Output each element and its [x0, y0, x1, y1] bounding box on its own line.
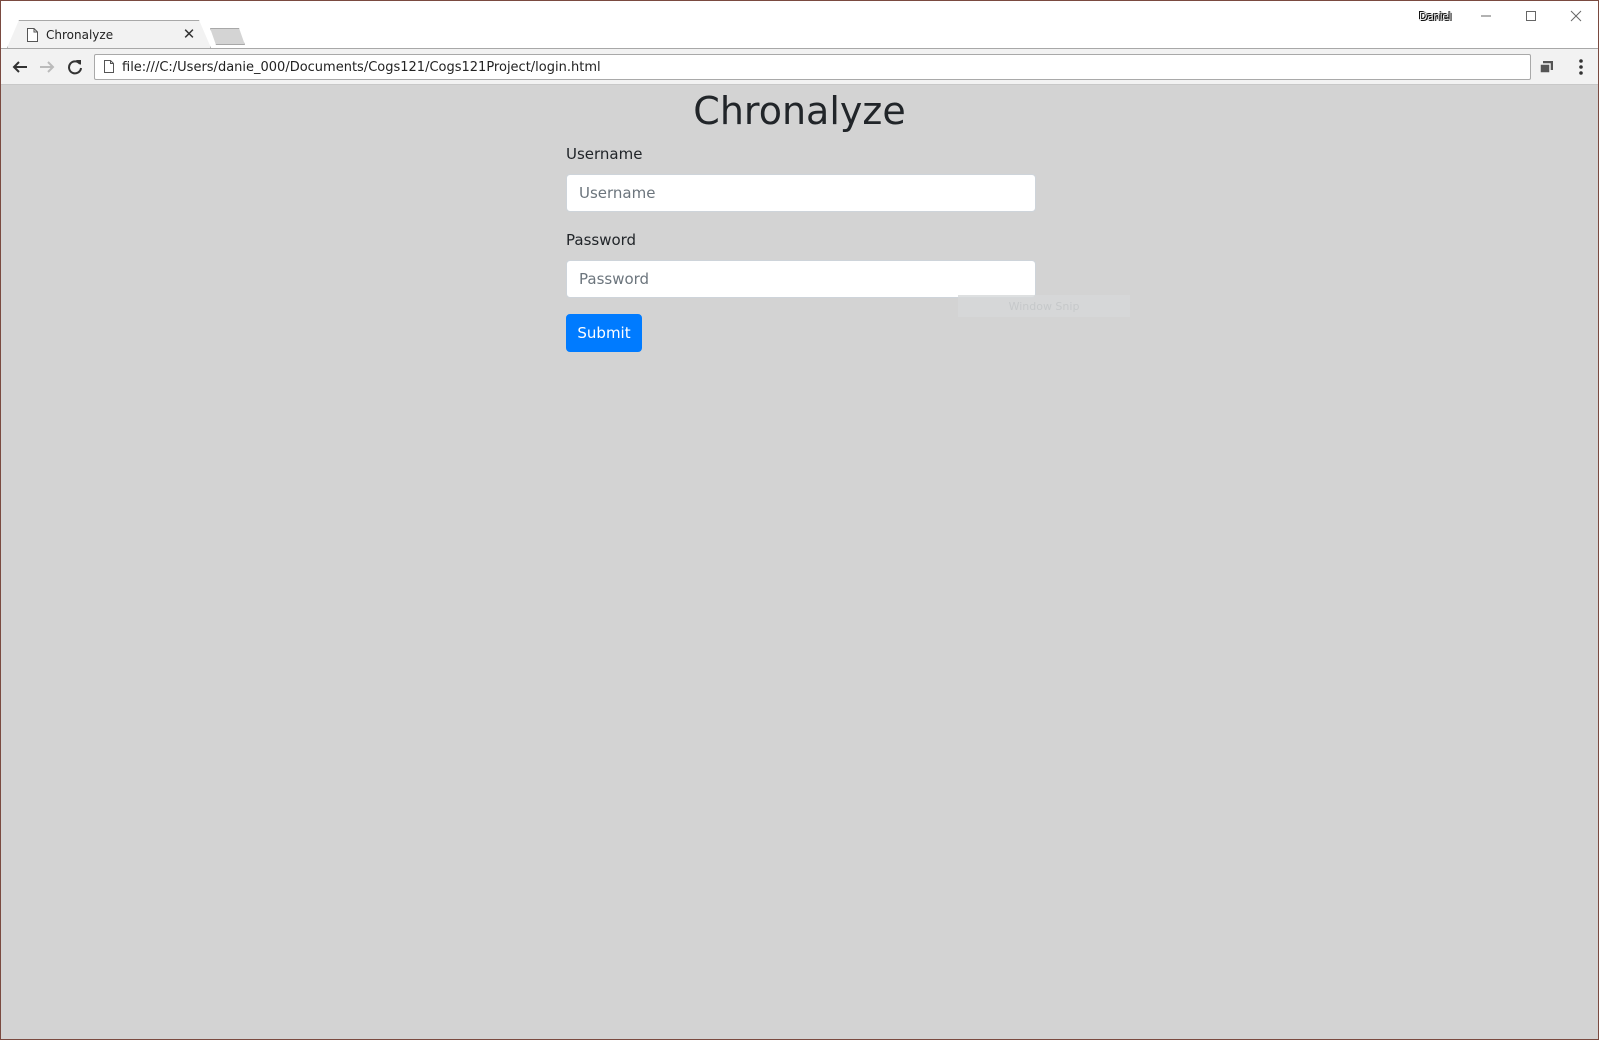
maximize-icon — [1526, 11, 1536, 21]
page-viewport: Chronalyze Username Password Submit Wind… — [1, 85, 1598, 1039]
page-title: Chronalyze — [693, 89, 906, 133]
kebab-menu-icon[interactable] — [1572, 57, 1590, 77]
browser-titlebar: Chronalyze ✕ Daniel — [1, 1, 1599, 49]
back-button[interactable] — [9, 56, 31, 78]
username-label: Username — [566, 145, 643, 163]
browser-tab[interactable]: Chronalyze ✕ — [8, 21, 210, 49]
tab-title: Chronalyze — [46, 28, 114, 42]
address-url[interactable]: file:///C:/Users/danie_000/Documents/Cog… — [122, 60, 601, 75]
password-input[interactable] — [566, 260, 1036, 298]
minimize-icon — [1481, 15, 1491, 17]
cast-icon[interactable] — [1538, 58, 1556, 76]
maximize-button[interactable] — [1508, 1, 1554, 31]
close-icon[interactable]: ✕ — [182, 27, 196, 42]
submit-button[interactable]: Submit — [566, 314, 642, 352]
close-icon — [1570, 10, 1582, 22]
reload-button[interactable] — [64, 56, 86, 78]
forward-button[interactable] — [36, 56, 58, 78]
snip-overlay-hint: Window Snip — [958, 295, 1130, 317]
password-label: Password — [566, 231, 637, 249]
minimize-button[interactable] — [1463, 1, 1509, 31]
window-close-button[interactable] — [1553, 1, 1599, 31]
browser-toolbar: file:///C:/Users/danie_000/Documents/Cog… — [1, 48, 1598, 85]
page-icon — [27, 28, 38, 42]
username-input[interactable] — [566, 174, 1036, 212]
address-bar[interactable]: file:///C:/Users/danie_000/Documents/Cog… — [94, 54, 1531, 80]
arrow-right-icon — [40, 61, 55, 73]
reload-icon — [68, 60, 82, 75]
page-icon — [104, 60, 114, 73]
profile-name[interactable]: Daniel — [1419, 10, 1452, 23]
new-tab-button[interactable] — [210, 28, 245, 45]
arrow-left-icon — [12, 61, 27, 73]
